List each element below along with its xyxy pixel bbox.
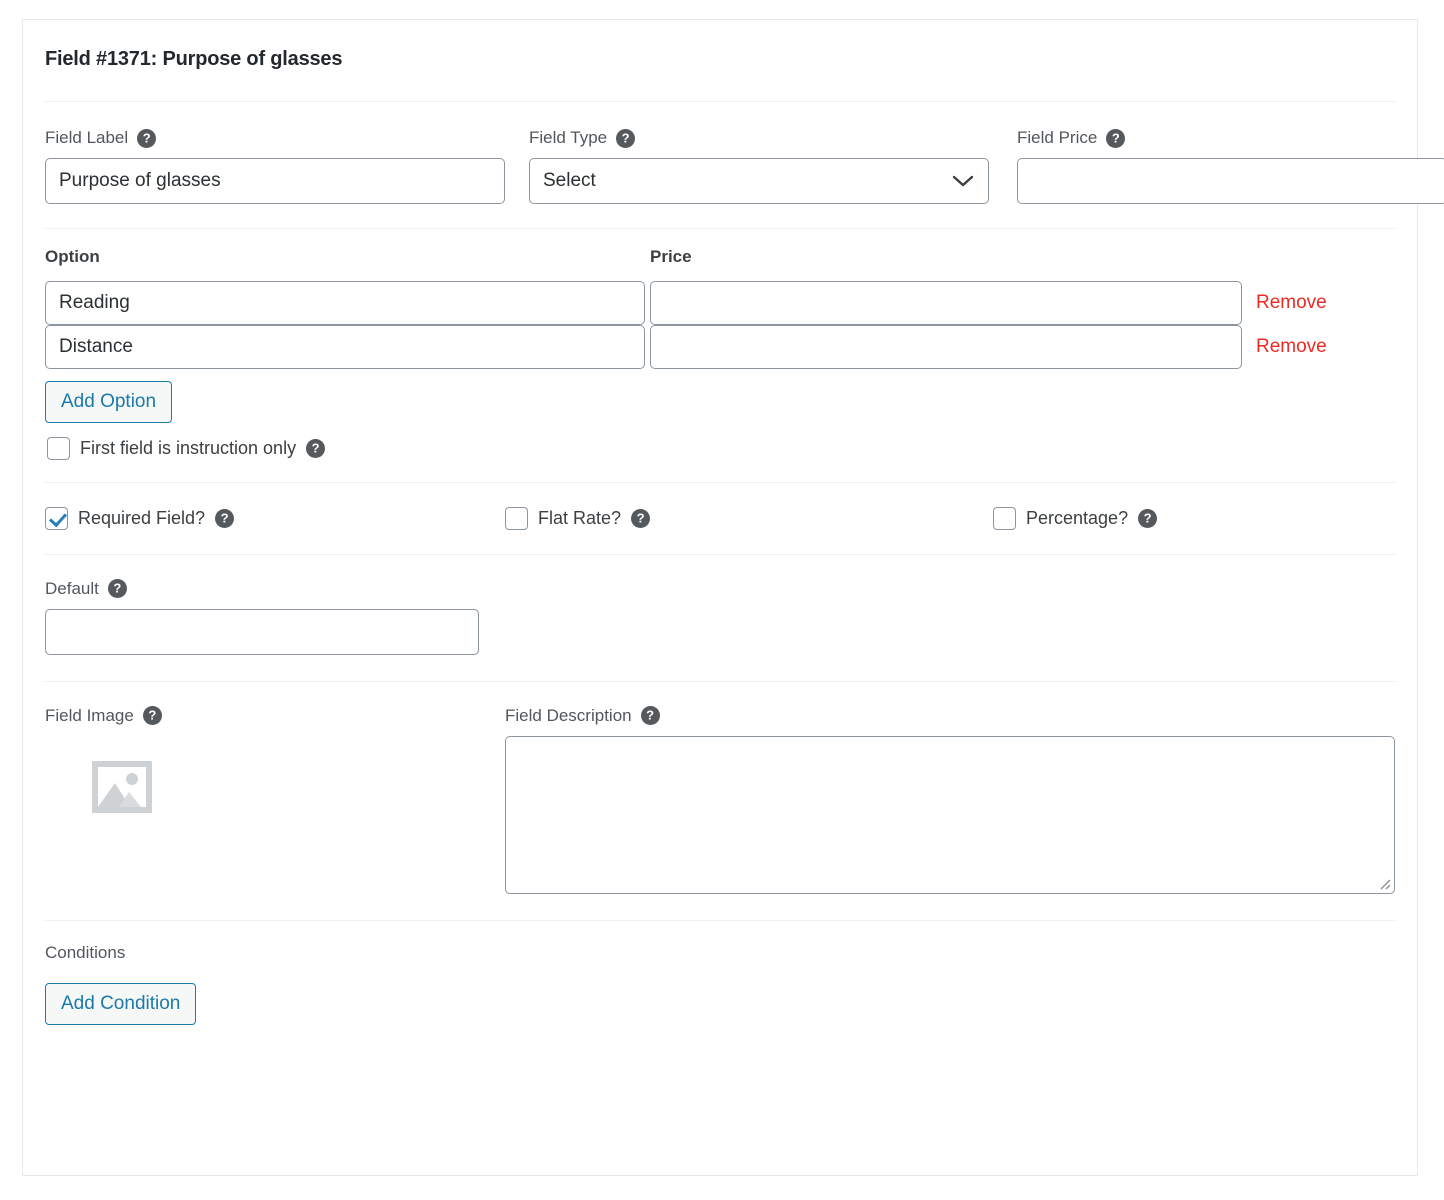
field-description-label-text: Field Description <box>505 705 632 725</box>
percentage-checkbox[interactable] <box>993 506 1016 530</box>
help-icon-glyph: ? <box>1111 130 1120 145</box>
field-price-caption: Field Price ? <box>1017 128 1444 148</box>
help-icon[interactable]: ? <box>640 706 660 726</box>
help-icon[interactable]: ? <box>142 706 162 726</box>
field-description-group: Field Description ? <box>505 706 1395 894</box>
help-icon-glyph: ? <box>311 440 320 456</box>
required-field-checkbox[interactable] <box>45 506 68 530</box>
option-input[interactable] <box>45 325 645 369</box>
field-label-text: Field Label <box>45 128 129 147</box>
default-label-text: Default <box>45 578 99 598</box>
instruction-only-checkbox[interactable] <box>47 436 70 460</box>
field-label-group: Field Label ? <box>45 128 505 204</box>
field-type-select-wrap <box>529 158 989 204</box>
price-column-header: Price <box>650 247 692 266</box>
field-image-label-text: Field Image <box>45 705 134 725</box>
field-label-input[interactable] <box>45 158 505 204</box>
help-icon-glyph: ? <box>142 130 151 145</box>
top-fields-row: Field Label ? Field Type ? <box>45 102 1444 228</box>
field-price-text: Field Price <box>1017 128 1098 147</box>
option-input[interactable] <box>45 281 645 325</box>
options-header: Option Price <box>45 247 1395 267</box>
add-condition-button[interactable]: Add Condition <box>45 982 197 1025</box>
percentage-label: Percentage? <box>1026 507 1129 528</box>
option-price-cell <box>650 325 1242 369</box>
field-settings-panel: Field #1371: Purpose of glasses Field La… <box>22 19 1444 1176</box>
field-image-caption: Field Image ? <box>45 706 505 726</box>
flags-row: Required Field? ? Flat Rate? ? Percentag… <box>45 483 1395 554</box>
flat-rate-checkbox[interactable] <box>505 506 528 530</box>
field-type-text: Field Type <box>529 128 608 147</box>
help-icon-glyph: ? <box>646 707 655 723</box>
required-field-row: Required Field? ? <box>45 506 505 530</box>
percentage-row: Percentage? ? <box>993 506 1158 530</box>
options-section: Option Price Remove Remove <box>45 229 1395 460</box>
help-icon[interactable]: ? <box>616 128 636 148</box>
default-input[interactable] <box>45 608 479 655</box>
instruction-only-checkbox-row: First field is instruction only ? <box>47 436 1395 460</box>
remove-option-link[interactable]: Remove <box>1256 292 1327 314</box>
add-option-button[interactable]: Add Option <box>45 381 173 423</box>
field-description-wrap <box>505 735 1395 894</box>
media-row: Field Image ? Field Description ? <box>45 682 1395 920</box>
option-price-cell <box>650 281 1242 325</box>
field-image-group: Field Image ? <box>45 706 505 894</box>
field-description-caption: Field Description ? <box>505 706 1395 726</box>
help-icon-glyph: ? <box>1143 510 1152 526</box>
default-caption: Default ? <box>45 579 1395 599</box>
option-input-cell <box>45 325 645 369</box>
required-field-label: Required Field? <box>78 507 206 528</box>
instruction-only-label: First field is instruction only <box>80 437 297 458</box>
option-input-cell <box>45 281 645 325</box>
option-row: Remove <box>45 281 1395 325</box>
help-icon[interactable]: ? <box>631 508 651 528</box>
option-price-input[interactable] <box>650 281 1242 325</box>
option-row: Remove <box>45 325 1395 369</box>
help-icon-glyph: ? <box>636 510 645 526</box>
field-description-textarea[interactable] <box>505 735 1395 894</box>
help-icon-glyph: ? <box>113 580 122 596</box>
help-icon[interactable]: ? <box>215 508 235 528</box>
field-type-group: Field Type ? <box>529 128 989 204</box>
field-label-caption: Field Label ? <box>45 128 505 148</box>
conditions-label: Conditions <box>45 942 126 962</box>
option-price-input[interactable] <box>650 325 1242 369</box>
flat-rate-label: Flat Rate? <box>538 507 622 528</box>
flat-rate-row: Flat Rate? ? <box>505 506 965 530</box>
add-option-wrap: Add Option <box>45 381 1395 423</box>
options-column-header: Option <box>45 247 100 266</box>
help-icon[interactable]: ? <box>306 438 326 458</box>
help-icon[interactable]: ? <box>1138 508 1158 528</box>
help-icon[interactable]: ? <box>1106 128 1126 148</box>
field-price-group: Field Price ? <box>1017 128 1444 204</box>
help-icon[interactable]: ? <box>137 128 157 148</box>
page-title: Field #1371: Purpose of glasses <box>45 48 343 70</box>
help-icon-glyph: ? <box>220 510 229 526</box>
default-section: Default ? <box>45 555 1395 681</box>
field-type-select[interactable] <box>529 158 989 204</box>
image-placeholder-icon[interactable] <box>91 756 153 818</box>
help-icon-glyph: ? <box>148 707 157 723</box>
conditions-section: Conditions Add Condition <box>45 921 1395 1025</box>
help-icon-glyph: ? <box>621 130 630 145</box>
remove-option-link[interactable]: Remove <box>1256 336 1327 358</box>
help-icon[interactable]: ? <box>107 579 127 599</box>
field-type-caption: Field Type ? <box>529 128 989 148</box>
field-price-input[interactable] <box>1017 158 1444 204</box>
